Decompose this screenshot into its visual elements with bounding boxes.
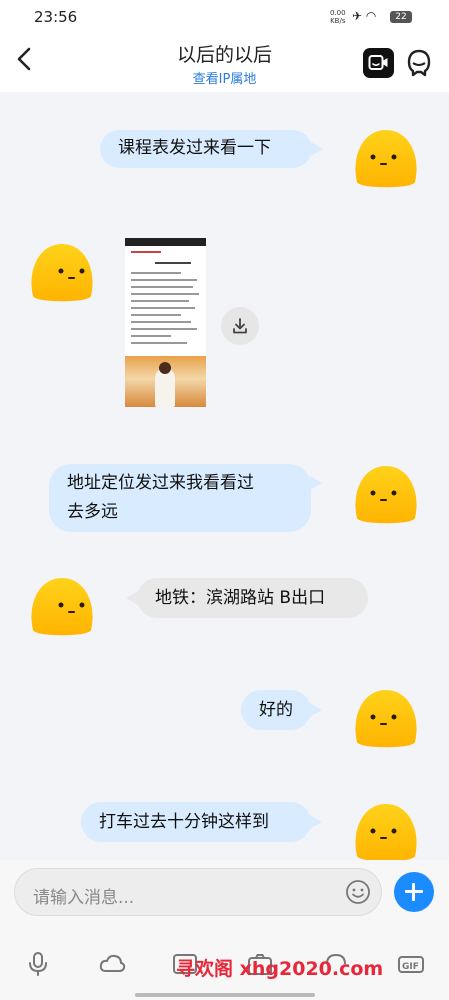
message-bubble-outgoing[interactable]: 课程表发过来看一下 bbox=[100, 130, 312, 168]
net-speed: 0.00 KB/s bbox=[330, 9, 346, 25]
download-icon[interactable] bbox=[221, 307, 259, 345]
message-bubble-outgoing[interactable]: 地址定位发过来我看看过 去多远 bbox=[49, 464, 311, 532]
message-bubble-incoming[interactable]: 地铁：滨湖路站 B出口 bbox=[137, 578, 368, 618]
message-bubble-outgoing[interactable]: 打车过去十分钟这样到 bbox=[81, 802, 311, 842]
signal-icons: ✈ ◠ bbox=[352, 9, 377, 23]
video-call-icon[interactable] bbox=[363, 48, 394, 78]
status-time: 23:56 bbox=[34, 8, 78, 26]
chat-header: 以后的以后 查看IP属地 bbox=[0, 34, 449, 92]
watermark: 寻欢阁 xhg2020.com bbox=[176, 958, 384, 980]
avatar-self[interactable] bbox=[351, 800, 421, 866]
avatar-contact[interactable] bbox=[27, 574, 97, 640]
profile-icon[interactable] bbox=[404, 48, 434, 78]
message-input-placeholder: 请输入消息... bbox=[33, 888, 135, 908]
emoji-icon[interactable] bbox=[345, 879, 371, 905]
bubble-tail bbox=[310, 476, 322, 490]
bubble-tail bbox=[310, 815, 322, 829]
message-input[interactable]: 请输入消息... bbox=[14, 868, 382, 916]
avatar-self[interactable] bbox=[351, 126, 421, 192]
home-indicator bbox=[135, 993, 315, 997]
plus-icon[interactable] bbox=[394, 872, 434, 912]
avatar-self[interactable] bbox=[351, 686, 421, 752]
image-message[interactable] bbox=[125, 238, 206, 407]
mic-icon[interactable] bbox=[24, 950, 52, 978]
gif-icon[interactable]: GIF bbox=[397, 950, 425, 978]
bubble-tail bbox=[311, 142, 323, 156]
battery-icon: 22 bbox=[390, 11, 412, 23]
message-bubble-outgoing[interactable]: 好的 bbox=[241, 690, 311, 730]
svg-text:GIF: GIF bbox=[402, 962, 419, 972]
avatar-self[interactable] bbox=[351, 462, 421, 528]
status-bar: 23:56 0.00 KB/s ✈ ◠ 22 bbox=[0, 0, 449, 34]
cloud-icon[interactable] bbox=[98, 950, 126, 978]
avatar-contact[interactable] bbox=[27, 240, 97, 306]
bubble-tail bbox=[310, 703, 322, 717]
